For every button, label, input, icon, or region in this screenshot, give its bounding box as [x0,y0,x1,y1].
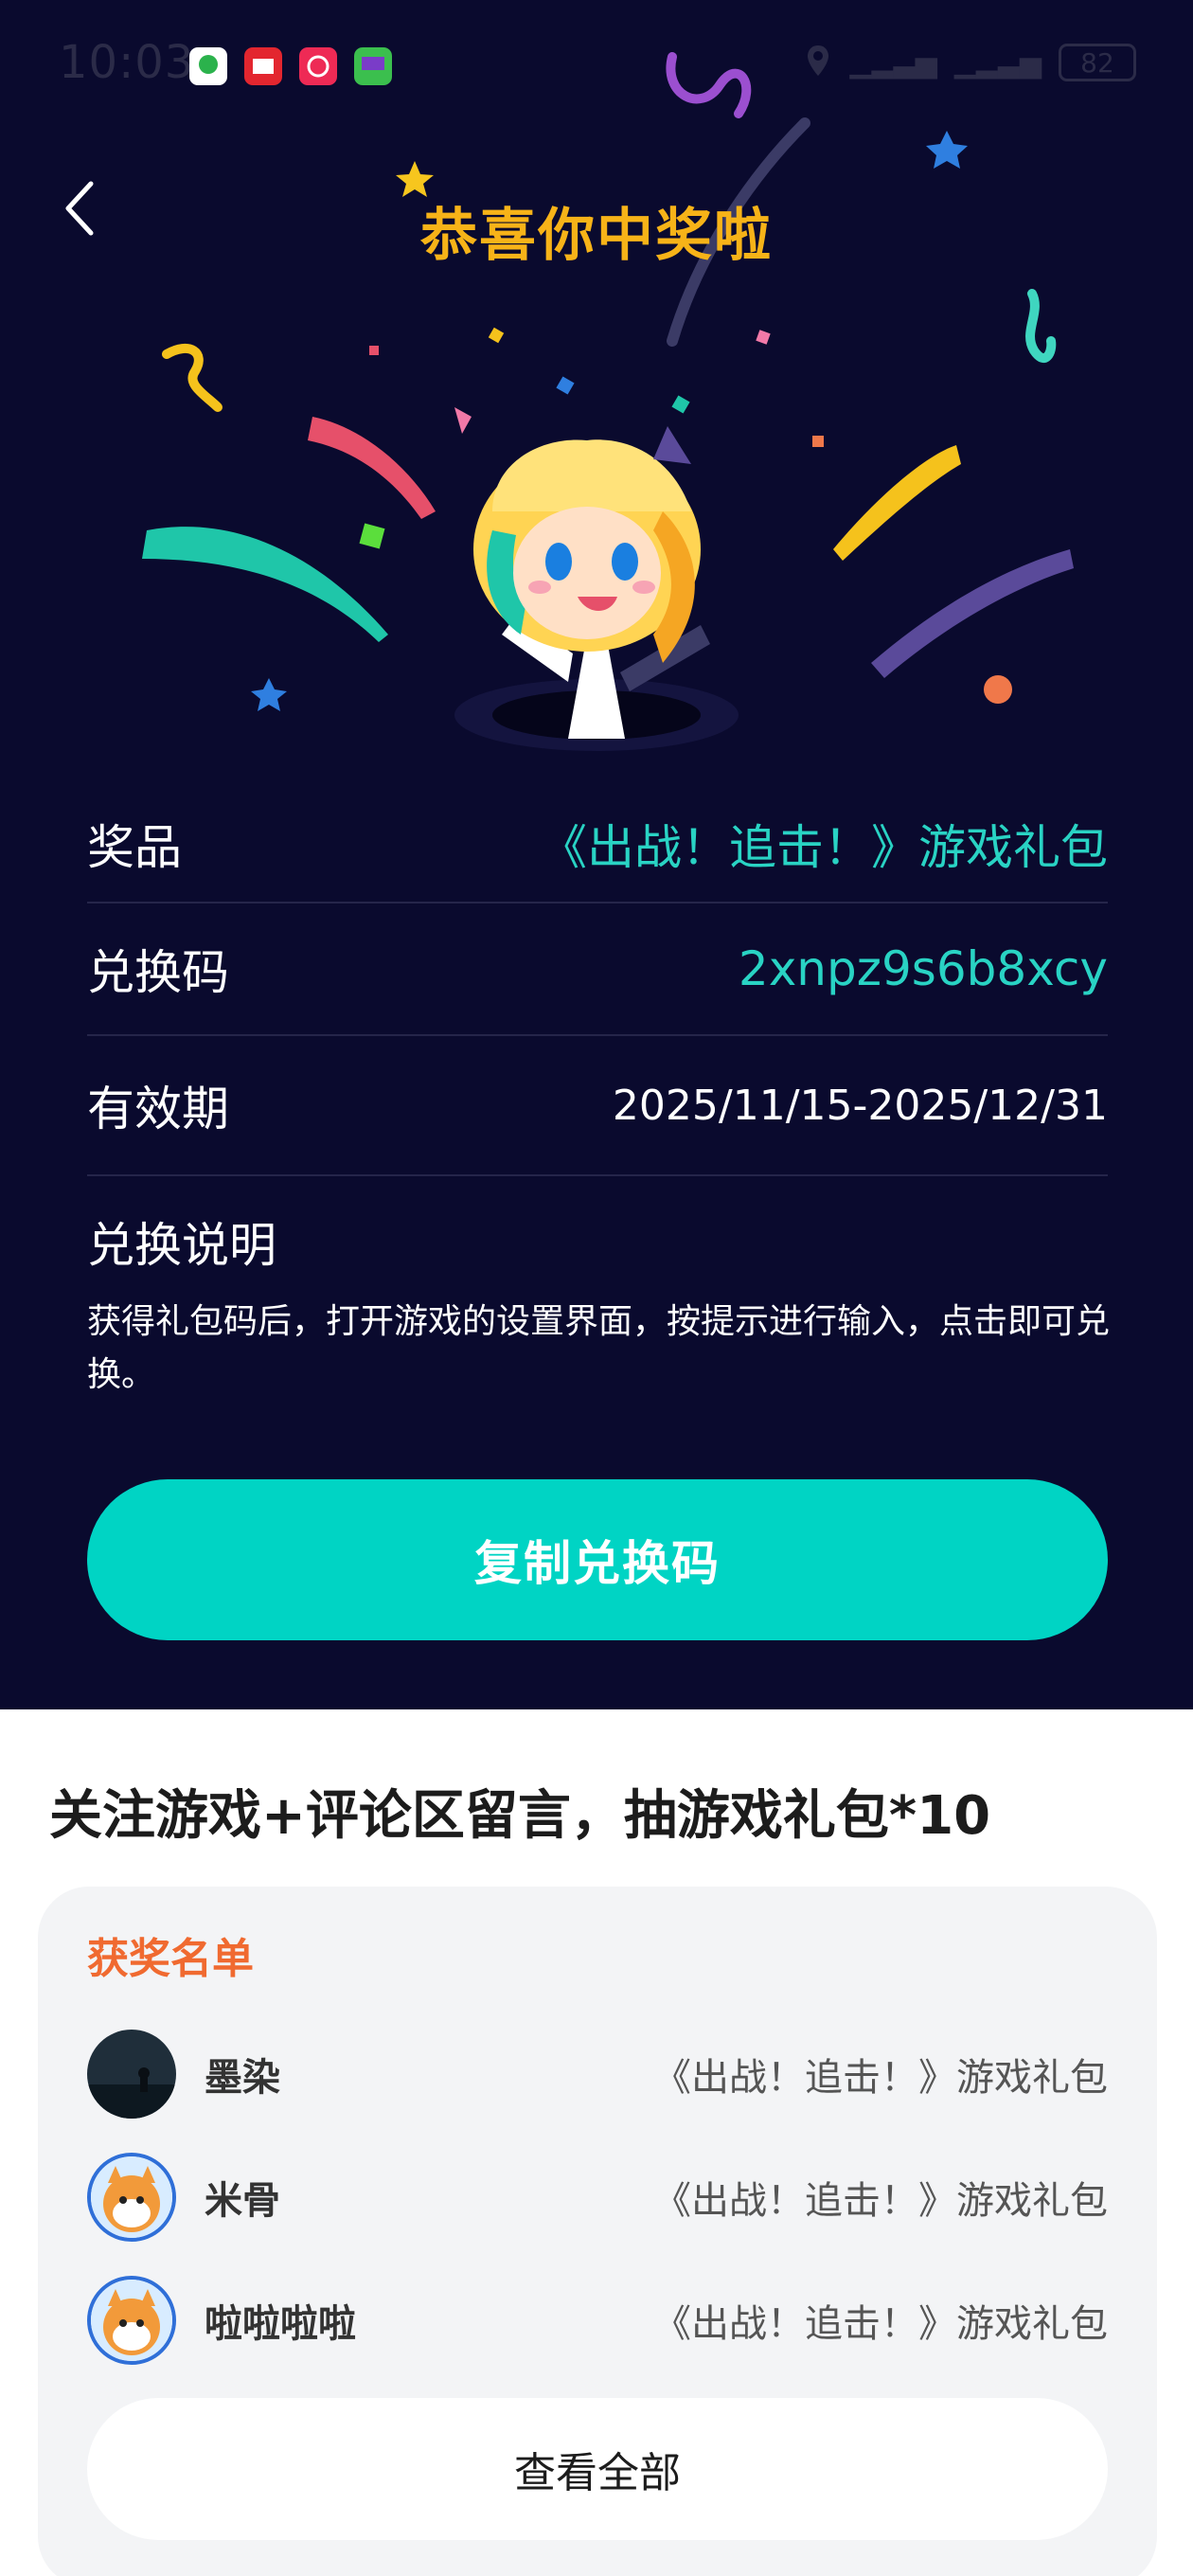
prize-label: 奖品 [87,820,182,875]
prize-value: 《出战！追击！》游戏礼包 [540,820,1108,875]
winners-heading: 获奖名单 [87,1935,254,1983]
winner-name: 墨染 [205,2056,280,2100]
prize-row: 奖品 《出战！追击！》游戏礼包 [87,786,1108,903]
avatar [87,2153,176,2242]
code-value: 2xnpz9s6b8xcy [738,941,1108,996]
winner-prize: 《出战！追击！》游戏礼包 [653,2056,1108,2100]
winner-row: 米骨 《出战！追击！》游戏礼包 [87,2152,1108,2243]
prize-panel: 10:03 ▁▂▃▅ ▁▂▃▅ 82 恭喜你中奖啦 奖品 《出战！追击！》游戏礼… [0,0,1193,1709]
redeem-title: 兑换说明 [87,1218,276,1273]
winner-prize: 《出战！追击！》游戏礼包 [653,2302,1108,2346]
winner-name: 米骨 [205,2179,280,2223]
expire-row: 有效期 2025/11/15-2025/12/31 [87,1036,1108,1176]
copy-code-button[interactable]: 复制兑换码 [87,1479,1108,1640]
winners-card: 获奖名单 墨染 《出战！追击！》游戏礼包 米骨 《出战！追击！》游戏礼包 啦啦啦… [38,1887,1157,2576]
view-all-button[interactable]: 查看全部 [87,2398,1108,2540]
expire-value: 2025/11/15-2025/12/31 [612,1081,1108,1130]
avatar [87,2030,176,2119]
winner-row: 墨染 《出战！追击！》游戏礼包 [87,2029,1108,2120]
winner-row: 啦啦啦啦 《出战！追击！》游戏礼包 [87,2275,1108,2366]
winner-prize: 《出战！追击！》游戏礼包 [653,2179,1108,2223]
avatar [87,2276,176,2365]
winner-name: 啦啦啦啦 [205,2302,356,2346]
celebration-illustration [142,52,1074,751]
page-title: 恭喜你中奖啦 [420,203,773,269]
code-row: 兑换码 2xnpz9s6b8xcy [87,903,1108,1036]
code-label: 兑换码 [87,945,229,1000]
expire-label: 有效期 [87,1082,229,1136]
lottery-title: 关注游戏+评论区留言，抽游戏礼包*10 [49,1785,991,1847]
redeem-description: 获得礼包码后，打开游戏的设置界面，按提示进行输入，点击即可兑换。 [87,1302,1111,1394]
